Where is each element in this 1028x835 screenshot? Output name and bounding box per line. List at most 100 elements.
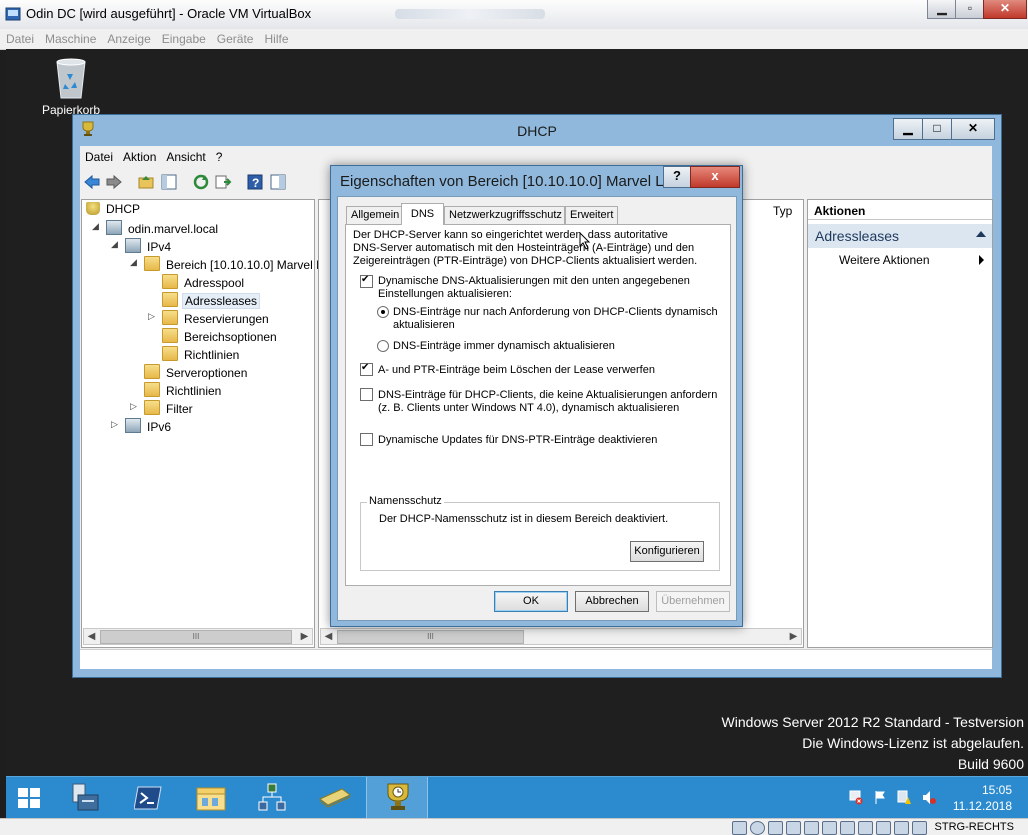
network-status-icon[interactable] [786, 821, 801, 835]
legacy-clients-checkbox[interactable] [360, 388, 373, 401]
optical-drive-status-icon[interactable] [750, 821, 765, 835]
warning-tray-icon[interactable] [897, 790, 911, 805]
mmc-menu-aktion[interactable]: Aktion [118, 146, 161, 164]
taskbar-tools[interactable] [304, 777, 364, 819]
mouse-integration-status-icon[interactable] [894, 821, 909, 835]
apply-button[interactable]: Übernehmen [656, 591, 730, 612]
volume-muted-tray-icon[interactable] [922, 790, 936, 805]
discard-records-checkbox[interactable] [360, 362, 373, 376]
vbox-menu-hilfe[interactable]: Hilfe [258, 29, 293, 46]
scrollbar-thumb[interactable]: III [100, 630, 292, 644]
tree-node-policies[interactable]: Richtlinien [144, 382, 223, 399]
mmc-menu-datei[interactable]: Datei [80, 146, 118, 164]
help-icon[interactable]: ? [246, 173, 264, 191]
configure-button[interactable]: Konfigurieren [630, 541, 704, 562]
tree-node-server-options[interactable]: Serveroptionen [144, 364, 249, 381]
expanded-arrow-icon[interactable]: ◢ [130, 257, 137, 268]
collapsed-arrow-icon[interactable]: ▷ [111, 419, 118, 430]
expanded-arrow-icon[interactable]: ◢ [92, 221, 99, 232]
vbox-menu-anzeige[interactable]: Anzeige [101, 29, 155, 46]
dynamic-dns-checkbox[interactable] [360, 274, 373, 288]
hdd-status-icon[interactable] [732, 821, 747, 835]
cancel-button[interactable]: Abbrechen [575, 591, 649, 612]
dhcp-maximize-button[interactable]: □ [922, 118, 952, 140]
expanded-arrow-icon[interactable]: ◢ [111, 239, 118, 250]
dhcp-minimize-button[interactable]: ▁ [893, 118, 923, 140]
tree-node-ipv6[interactable]: ▷ IPv6 [111, 418, 173, 435]
ok-button[interactable]: OK [494, 591, 568, 612]
dhcp-close-button[interactable]: ✕ [951, 118, 995, 140]
vbox-statusbar: STRG-RECHTS [0, 818, 1028, 835]
keyboard-status-icon[interactable] [912, 821, 927, 835]
audio-status-icon[interactable] [768, 821, 783, 835]
scroll-left-icon[interactable]: ◀ [321, 629, 336, 644]
collapse-up-icon[interactable] [976, 231, 986, 237]
column-header-typ[interactable]: Typ [773, 204, 792, 218]
update-on-request-radio[interactable] [377, 306, 389, 318]
tree-node-scope-policies[interactable]: Richtlinien [162, 346, 241, 363]
dialog-help-button[interactable]: ? [663, 166, 691, 188]
scroll-left-icon[interactable]: ◀ [84, 629, 99, 644]
taskbar-network[interactable] [242, 777, 302, 819]
show-hide-tree-icon[interactable] [160, 173, 178, 191]
back-arrow-icon[interactable] [83, 173, 101, 191]
scroll-right-icon[interactable]: ▶ [786, 629, 801, 644]
host-maximize-button[interactable]: ▫ [955, 0, 985, 19]
taskbar-server-manager[interactable] [54, 777, 114, 819]
collapsed-arrow-icon[interactable]: ▷ [130, 401, 137, 412]
vbox-menu-datei[interactable]: Datei [0, 29, 39, 46]
taskbar-powershell[interactable] [118, 777, 178, 819]
mmc-menu-help[interactable]: ? [211, 146, 228, 164]
tab-dns[interactable]: DNS [401, 203, 444, 225]
tree-node-address-leases[interactable]: Adressleases [162, 292, 261, 309]
more-actions-link[interactable]: Weitere Aktionen [839, 253, 930, 267]
forward-arrow-icon[interactable] [105, 173, 123, 191]
vbox-menu-eingabe[interactable]: Eingabe [156, 29, 211, 46]
windows-logo-icon [18, 788, 40, 808]
start-button[interactable] [6, 777, 52, 819]
tab-netzwerkzugriffsschutz[interactable]: Netzwerkzugriffsschutz [444, 206, 565, 224]
tree-node-dhcp[interactable]: DHCP [86, 202, 142, 219]
action-center-tray-icon[interactable] [873, 790, 887, 805]
tree-node-scope[interactable]: ◢ Bereich [10.10.10.0] Marvel L [130, 256, 325, 273]
scrollbar-thumb[interactable]: III [337, 630, 524, 644]
taskbar-explorer[interactable] [180, 777, 240, 819]
submenu-arrow-icon[interactable] [979, 255, 984, 265]
tree-horizontal-scrollbar[interactable]: ◀ III ▶ [83, 628, 313, 645]
svg-text:?: ? [252, 176, 259, 190]
dialog-close-button[interactable]: x [690, 166, 740, 188]
tree-node-scope-options[interactable]: Bereichsoptionen [162, 328, 279, 345]
tab-allgemein[interactable]: Allgemein [346, 206, 402, 224]
vbox-menu-maschine[interactable]: Maschine [39, 29, 101, 46]
virtualization-status-icon[interactable] [876, 821, 891, 835]
update-always-radio[interactable] [377, 340, 389, 352]
refresh-icon[interactable] [192, 173, 210, 191]
tree-node-server[interactable]: ◢ odin.marvel.local [92, 220, 220, 237]
tab-erweitert[interactable]: Erweitert [565, 206, 618, 224]
usb-status-icon[interactable] [804, 821, 819, 835]
collapsed-arrow-icon[interactable]: ▷ [148, 311, 155, 322]
host-minimize-button[interactable]: ▁ [927, 0, 957, 19]
scroll-right-icon[interactable]: ▶ [297, 629, 312, 644]
display-status-icon[interactable] [840, 821, 855, 835]
taskbar-clock[interactable]: 15:05 11.12.2018 [953, 782, 1012, 814]
taskbar-dhcp[interactable] [366, 777, 428, 819]
actions-section-address-leases[interactable]: Adressleases [808, 224, 992, 248]
recycle-bin[interactable]: Papierkorb [36, 56, 106, 117]
properties-view-icon[interactable] [269, 173, 287, 191]
up-folder-icon[interactable] [137, 173, 155, 191]
tree-node-ipv4[interactable]: ◢ IPv4 [111, 238, 173, 255]
mmc-menu-ansicht[interactable]: Ansicht [161, 146, 210, 164]
disable-ptr-checkbox[interactable] [360, 433, 373, 446]
tree-node-address-pool[interactable]: Adresspool [162, 274, 246, 291]
vbox-menu-geraete[interactable]: Geräte [211, 29, 259, 46]
name-protection-legend: Namensschutz [367, 495, 444, 507]
results-horizontal-scrollbar[interactable]: ◀ III ▶ [320, 628, 802, 645]
export-list-icon[interactable] [214, 173, 232, 191]
tree-node-filters[interactable]: ▷ Filter [130, 400, 195, 417]
network-error-tray-icon[interactable] [849, 790, 863, 805]
tree-node-reservations[interactable]: ▷ Reservierungen [148, 310, 271, 327]
host-close-button[interactable]: ✕ [983, 0, 1027, 19]
video-capture-status-icon[interactable] [858, 821, 873, 835]
shared-folders-status-icon[interactable] [822, 821, 837, 835]
